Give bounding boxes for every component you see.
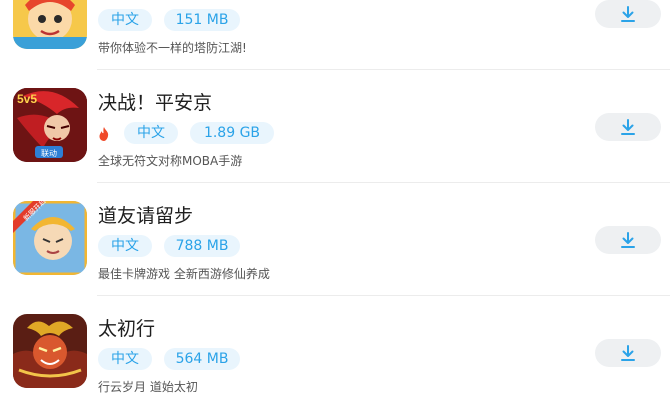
app-list-item[interactable]: 5v5 联动 决战！平安京 中文 1.89 GB 全球无符文对称MOBA手游 <box>0 70 670 183</box>
app-description: 带你体验不一样的塔防江湖! <box>98 41 247 55</box>
icon-5v5-text: 5v5 <box>17 92 37 106</box>
language-badge: 中文 <box>124 122 178 144</box>
app-description: 行云岁月 道始太初 <box>98 380 198 394</box>
icon-collab-text: 联动 <box>41 148 57 158</box>
language-badge: 中文 <box>98 235 152 257</box>
language-badge: 中文 <box>98 348 152 370</box>
app-icon-red-hair-warrior[interactable]: 5v5 联动 <box>13 88 87 162</box>
app-badges: 中文 151 MB <box>98 9 252 31</box>
download-button[interactable] <box>595 113 661 141</box>
size-badge: 788 MB <box>164 235 240 257</box>
app-name[interactable]: 决战！平安京 <box>98 92 212 114</box>
fire-icon <box>98 126 110 141</box>
download-icon <box>621 119 635 135</box>
size-badge: 564 MB <box>164 348 240 370</box>
app-description: 最佳卡牌游戏 全新西游修仙养成 <box>98 267 270 281</box>
app-list-item[interactable]: 中文 151 MB 带你体验不一样的塔防江湖! <box>0 0 670 70</box>
app-badges: 中文 564 MB <box>98 348 252 370</box>
app-list-item[interactable]: 太初行 中文 564 MB 行云岁月 道始太初 <box>0 296 670 409</box>
app-name[interactable]: 道友请留步 <box>98 205 193 227</box>
language-badge: 中文 <box>98 9 152 31</box>
size-badge: 151 MB <box>164 9 240 31</box>
app-badges: 中文 788 MB <box>98 235 252 257</box>
download-button[interactable] <box>595 339 661 367</box>
download-icon <box>621 232 635 248</box>
app-name[interactable]: 太初行 <box>98 318 155 340</box>
download-button[interactable] <box>595 0 661 28</box>
size-badge: 1.89 GB <box>190 122 274 144</box>
app-badges: 中文 1.89 GB <box>98 122 286 144</box>
download-icon <box>621 345 635 361</box>
app-list-item[interactable]: 新服开启 道友请留步 中文 788 MB 最佳卡牌游戏 全新西游修仙养成 <box>0 183 670 296</box>
app-icon-demon-warrior[interactable] <box>13 314 87 388</box>
download-icon <box>621 6 635 22</box>
app-icon-golden-immortal[interactable]: 新服开启 <box>13 201 87 275</box>
download-button[interactable] <box>595 226 661 254</box>
app-icon-monkey-king[interactable] <box>13 0 87 49</box>
app-description: 全球无符文对称MOBA手游 <box>98 154 243 168</box>
